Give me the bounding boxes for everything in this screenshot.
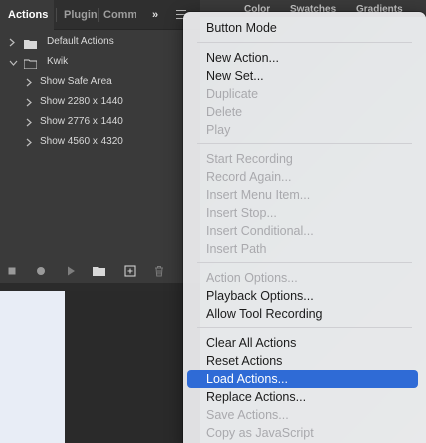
actions-panel-menu: Button Mode New Action... New Set... Dup… <box>183 12 426 443</box>
menu-separator <box>197 143 412 144</box>
action-set-row[interactable]: Default Actions <box>0 32 200 52</box>
menu-separator <box>197 327 412 328</box>
menu-item-insert-stop: Insert Stop... <box>206 206 277 220</box>
folder-icon <box>24 37 37 49</box>
menu-item-save-actions: Save Actions... <box>206 408 289 422</box>
menu-item-play: Play <box>206 123 231 137</box>
chevron-down-icon[interactable] <box>8 52 18 72</box>
action-row[interactable]: Show Safe Area <box>0 72 200 92</box>
chevron-right-icon[interactable] <box>8 32 18 52</box>
menu-item-insert-conditional: Insert Conditional... <box>206 224 314 238</box>
menu-item-delete: Delete <box>206 105 243 119</box>
tab-overflow-button[interactable]: » <box>152 0 166 30</box>
action-label: Show 2280 x 1440 <box>40 96 123 107</box>
menu-item-start-recording: Start Recording <box>206 152 293 166</box>
actions-panel: Actions Plugins Comm » Default Actions <box>0 0 200 283</box>
menu-separator <box>197 262 412 263</box>
play-icon[interactable] <box>64 264 78 278</box>
action-label: Show 2776 x 1440 <box>40 116 123 127</box>
menu-item-insert-menu-item: Insert Menu Item... <box>206 188 311 202</box>
workspace-background <box>65 291 185 443</box>
chevron-right-icon[interactable] <box>25 112 35 132</box>
record-icon[interactable] <box>34 264 48 278</box>
tab-comments[interactable]: Comm <box>98 0 136 30</box>
tab-plugins[interactable]: Plugins <box>58 0 98 30</box>
actions-toolbar <box>0 258 200 283</box>
document-canvas[interactable] <box>0 291 65 443</box>
folder-icon[interactable] <box>92 264 106 278</box>
menu-item-replace-actions[interactable]: Replace Actions... <box>187 388 418 406</box>
menu-item-reset-actions[interactable]: Reset Actions <box>187 352 418 370</box>
stop-icon[interactable] <box>5 264 19 278</box>
chevron-right-icon[interactable] <box>25 132 35 152</box>
menu-item-button-mode[interactable]: Button Mode <box>187 19 418 37</box>
folder-icon <box>23 57 38 70</box>
tab-divider <box>56 8 57 22</box>
menu-item-load-actions[interactable]: Load Actions... <box>187 370 418 388</box>
action-row[interactable]: Show 2280 x 1440 <box>0 92 200 112</box>
menu-item-allow-tool-recording[interactable]: Allow Tool Recording <box>187 305 418 323</box>
tab-actions[interactable]: Actions <box>0 0 54 31</box>
menu-item-playback-options[interactable]: Playback Options... <box>187 287 418 305</box>
actions-list: Default Actions Kwik Show Safe Area Show… <box>0 32 200 152</box>
menu-item-new-set[interactable]: New Set... <box>187 67 418 85</box>
menu-separator <box>197 42 412 43</box>
menu-item-duplicate: Duplicate <box>206 87 259 101</box>
action-set-label: Kwik <box>47 56 69 67</box>
menu-item-action-options: Action Options... <box>206 271 298 285</box>
menu-item-new-action[interactable]: New Action... <box>187 49 418 67</box>
menu-item-clear-all-actions[interactable]: Clear All Actions <box>187 334 418 352</box>
action-label: Show Safe Area <box>40 76 112 87</box>
panel-divider <box>0 283 200 291</box>
action-row[interactable]: Show 4560 x 4320 <box>0 132 200 152</box>
action-set-label: Default Actions <box>47 36 114 47</box>
menu-item-copy-as-javascript: Copy as JavaScript <box>206 426 314 440</box>
action-row[interactable]: Show 2776 x 1440 <box>0 112 200 132</box>
action-label: Show 4560 x 4320 <box>40 136 123 147</box>
chevron-right-icon[interactable] <box>25 92 35 112</box>
menu-item-insert-path: Insert Path <box>206 242 267 256</box>
chevron-right-icon[interactable] <box>25 72 35 92</box>
new-action-icon[interactable] <box>123 264 137 278</box>
panel-tab-bar: Actions Plugins Comm » <box>0 0 200 31</box>
menu-item-record-again: Record Again... <box>206 170 292 184</box>
action-set-row[interactable]: Kwik <box>0 52 200 72</box>
trash-icon[interactable] <box>152 264 166 278</box>
